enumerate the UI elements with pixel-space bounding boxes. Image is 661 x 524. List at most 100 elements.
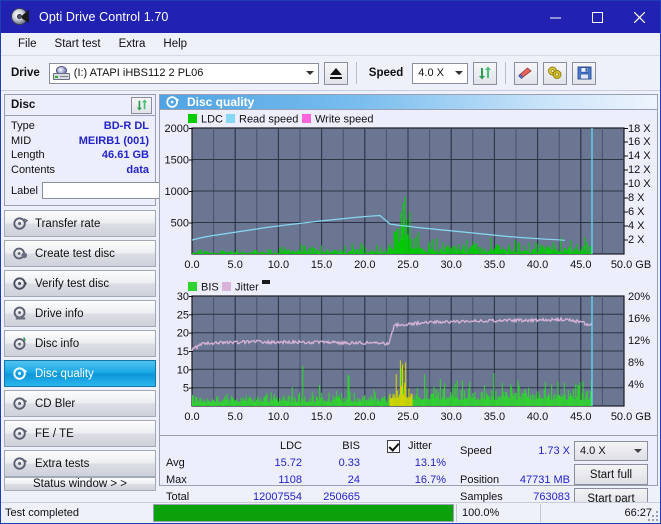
toolbar-divider [505, 62, 507, 84]
menu-help[interactable]: Help [154, 36, 196, 52]
legend-swatch-write-speed [302, 114, 311, 123]
svg-text:20.0: 20.0 [354, 259, 375, 271]
sidebar-item-create-test-disc[interactable]: Create test disc [4, 240, 156, 267]
svg-text:40.0: 40.0 [527, 411, 548, 423]
refresh-button[interactable] [473, 61, 498, 85]
resize-grip-icon[interactable] [648, 511, 658, 521]
disc-transfer-icon [13, 217, 28, 230]
disc-type-value: BD-R DL [103, 120, 149, 132]
window-controls [534, 1, 660, 33]
stats-row-max-label: Max [166, 474, 187, 486]
svg-text:15.0: 15.0 [311, 259, 332, 271]
disc-row-type: Type BD-R DL [11, 119, 149, 134]
start-full-button[interactable]: Start full [574, 464, 648, 485]
speed-select[interactable]: 4.0 X [412, 62, 469, 84]
menu-extra[interactable]: Extra [110, 36, 155, 52]
sidebar-item-fe-te[interactable]: FE / TE [4, 420, 156, 447]
svg-text:15.0: 15.0 [311, 411, 332, 423]
svg-text:40.0: 40.0 [527, 259, 548, 271]
legend-label-write-speed: Write speed [315, 114, 374, 126]
test-speed-value: 4.0 X [580, 445, 606, 457]
sidebar: Disc Type BD-R DL MID MEIRB1 (001) Lengt… [4, 94, 246, 491]
sidebar-item-transfer-rate[interactable]: Transfer rate [4, 210, 156, 237]
disc-refresh-button[interactable] [131, 96, 152, 114]
refresh-arrows-icon [136, 99, 147, 111]
close-button[interactable] [618, 1, 660, 33]
sidebar-item-label: FE / TE [35, 427, 74, 440]
sidebar-item-label: CD Bler [35, 397, 76, 410]
sidebar-item-disc-quality[interactable]: Disc quality [4, 360, 156, 387]
drive-select-value: (I:) ATAPI iHBS112 2 PL06 [73, 67, 204, 79]
save-button[interactable] [572, 61, 597, 85]
svg-text:30.0: 30.0 [440, 259, 461, 271]
svg-text:500: 500 [171, 218, 189, 230]
stats-row-avg-label: Avg [166, 457, 185, 469]
floppy-save-icon [577, 66, 592, 80]
svg-text:25.0: 25.0 [397, 259, 418, 271]
svg-text:1500: 1500 [165, 155, 189, 167]
speed-select-value: 4.0 X [418, 67, 444, 79]
svg-text:16%: 16% [628, 313, 650, 325]
settings-button[interactable] [543, 61, 568, 85]
position-stat-label: Position [460, 474, 500, 486]
svg-text:20.0: 20.0 [354, 411, 375, 423]
chevron-down-icon [634, 449, 642, 453]
legend-label-ldc: LDC [201, 114, 223, 126]
sidebar-item-cd-bler[interactable]: CD Bler [4, 390, 156, 417]
svg-text:10: 10 [177, 364, 189, 376]
svg-text:30.0: 30.0 [440, 411, 461, 423]
sidebar-item-disc-info[interactable]: Disc info [4, 330, 156, 357]
menu-file[interactable]: File [9, 36, 46, 52]
chevron-down-icon [305, 71, 314, 75]
status-window-button[interactable]: Status window > > [4, 477, 156, 491]
optical-drive-icon [52, 66, 70, 80]
sidebar-item-verify-test-disc[interactable]: Verify test disc [4, 270, 156, 297]
svg-text:10 X: 10 X [628, 178, 651, 190]
disc-contents-value: data [126, 163, 149, 176]
svg-text:45.0: 45.0 [570, 411, 591, 423]
menu-start-test[interactable]: Start test [46, 36, 110, 52]
erase-button[interactable] [514, 61, 539, 85]
disc-info-panel: Disc Type BD-R DL MID MEIRB1 (001) Lengt… [4, 94, 246, 206]
svg-text:5.0: 5.0 [228, 411, 243, 423]
svg-text:50.0 GB: 50.0 GB [611, 259, 651, 271]
speed-label: Speed [368, 67, 404, 79]
minimize-button[interactable] [534, 1, 576, 33]
maximize-button[interactable] [576, 1, 618, 33]
stats-avg-ldc: 15.72 [274, 457, 302, 469]
progress-fill [154, 505, 453, 521]
disc-mid-label: MID [11, 134, 32, 147]
stats-col-ldc: LDC [279, 440, 302, 452]
svg-text:14 X: 14 X [628, 150, 651, 162]
sidebar-item-extra-tests[interactable]: Extra tests [4, 450, 156, 477]
progress-bar [153, 504, 454, 522]
sidebar-item-label: Verify test disc [35, 277, 110, 290]
test-speed-select[interactable]: 4.0 X [574, 441, 648, 461]
disc-quality-panel: Disc quality LDC Read speed Write speed [159, 94, 658, 509]
speed-stat-label: Speed [460, 445, 492, 457]
svg-text:35.0: 35.0 [484, 259, 505, 271]
svg-text:2000: 2000 [165, 123, 189, 135]
toolbar-divider [355, 62, 357, 84]
svg-text:0.0: 0.0 [184, 259, 199, 271]
stats-avg-jitter: 13.1% [414, 457, 446, 469]
svg-text:18 X: 18 X [628, 123, 651, 135]
svg-text:4 X: 4 X [628, 220, 645, 232]
drive-select[interactable]: (I:) ATAPI iHBS112 2 PL06 [48, 62, 319, 84]
sidebar-item-drive-info[interactable]: Drive info [4, 300, 156, 327]
disc-bler-icon [13, 397, 27, 410]
eject-button[interactable] [323, 61, 348, 85]
panel-title: Disc quality [187, 95, 255, 109]
nav-list: Transfer rate Create test disc Verify te… [4, 210, 156, 477]
stats-col-bis: BIS [342, 440, 360, 452]
jitter-checkbox[interactable] [387, 440, 400, 453]
disc-create-icon [13, 247, 28, 260]
disc-quality-icon [166, 96, 180, 108]
legend-swatch-bis [188, 282, 197, 291]
legend-swatch-read-speed [226, 114, 235, 123]
disc-mid-value: MEIRB1 (001) [78, 134, 149, 147]
stats-max-jitter: 16.7% [414, 474, 446, 486]
svg-text:8%: 8% [628, 357, 644, 369]
svg-text:4%: 4% [628, 379, 644, 391]
eject-icon [329, 67, 342, 79]
